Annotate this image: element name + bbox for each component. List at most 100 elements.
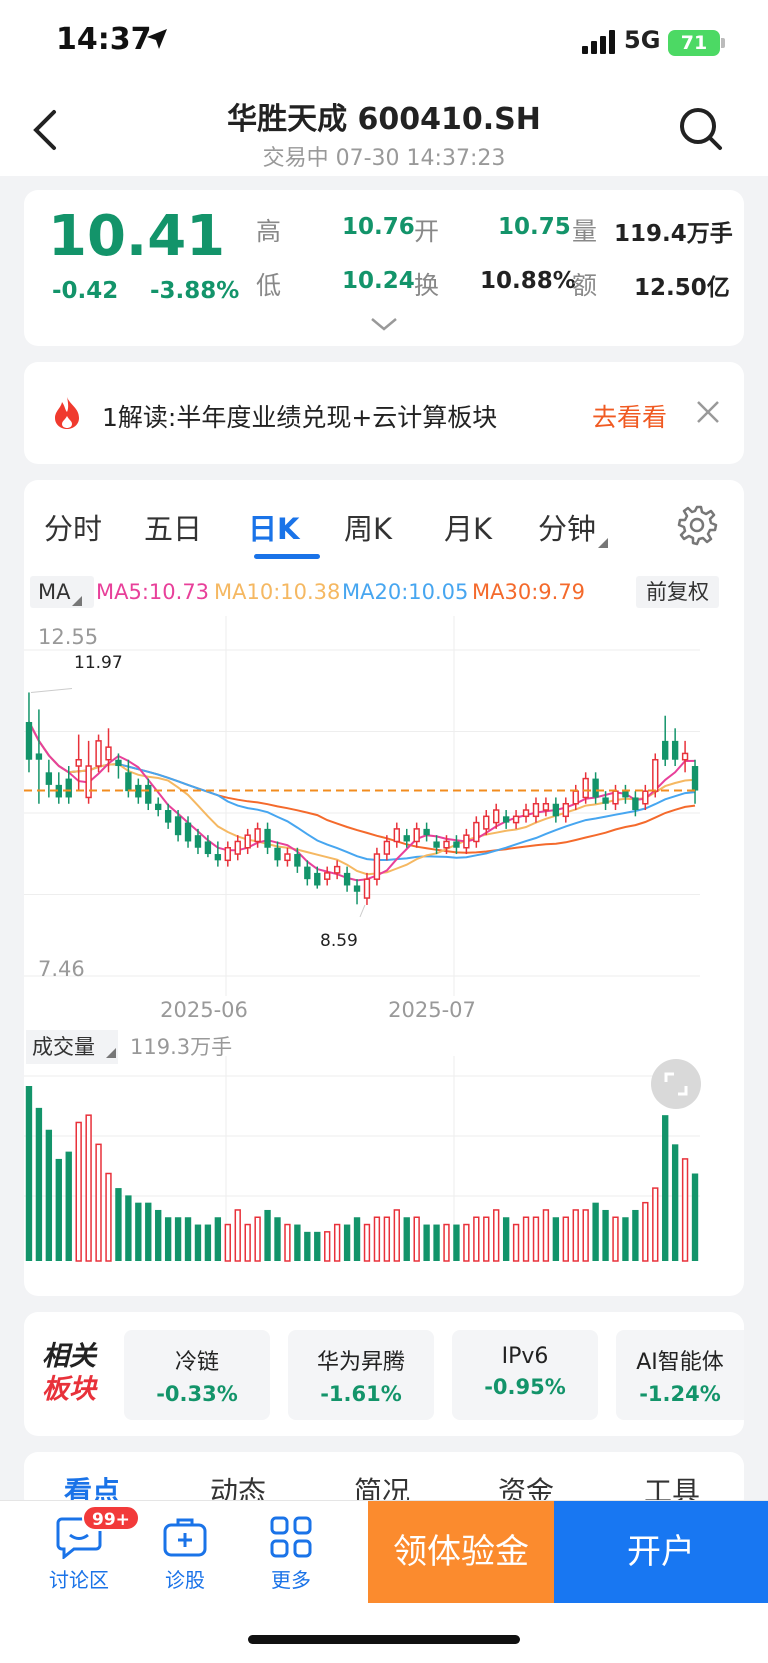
candle-body xyxy=(512,815,520,824)
tab-minute[interactable]: 分钟 xyxy=(538,506,596,548)
tab-monthly-k[interactable]: 月K xyxy=(444,506,492,548)
expand-chevron-icon[interactable] xyxy=(370,316,398,332)
candle-body xyxy=(473,821,480,843)
ma-selector[interactable]: MA xyxy=(30,576,95,608)
x-axis-label-june: 2025-06 xyxy=(160,998,248,1022)
volume-bar xyxy=(174,1217,182,1261)
candle-body xyxy=(671,740,679,760)
stock-title: 华胜天成 600410.SH xyxy=(227,102,541,137)
volume-bar xyxy=(85,1114,92,1262)
more-button[interactable]: 更多 xyxy=(246,1515,336,1593)
price-change: -0.42 xyxy=(52,278,119,304)
volume-bar xyxy=(234,1209,241,1262)
tab-weekly-k[interactable]: 周K xyxy=(344,506,392,548)
volume-bar xyxy=(324,1231,331,1262)
volume-bar xyxy=(522,1216,530,1262)
volume-bar xyxy=(612,1216,619,1262)
candle-body xyxy=(284,853,291,862)
candle-body xyxy=(582,777,589,799)
candle-body xyxy=(274,847,281,861)
high-value: 10.76 xyxy=(342,214,415,240)
sector-pct: -0.95% xyxy=(484,1375,566,1399)
banner-text: 1解读:半年度业绩兑现+云计算板块 xyxy=(102,403,498,432)
candle-body xyxy=(244,834,251,849)
candle-body xyxy=(224,846,231,862)
sector-chip-cold-chain[interactable]: 冷链 -0.33% xyxy=(124,1330,270,1420)
medical-kit-icon xyxy=(163,1518,207,1557)
candle-body xyxy=(264,828,271,848)
volume-bar xyxy=(453,1224,460,1261)
volume-bar xyxy=(25,1086,33,1261)
sector-name: AI智能体 xyxy=(636,1350,724,1375)
home-indicator xyxy=(248,1635,520,1644)
fullscreen-icon[interactable] xyxy=(651,1059,701,1109)
candle-body xyxy=(363,878,371,899)
banner-go-button[interactable]: 去看看 xyxy=(592,398,667,434)
kline-chart[interactable]: 12.55 7.46 11.97 8.59 2025-06 2025-07 成交… xyxy=(24,616,744,1286)
candle-body xyxy=(522,809,530,818)
candle-body xyxy=(145,784,152,804)
trial-gold-button[interactable]: 领体验金 xyxy=(368,1501,554,1603)
adjust-selector[interactable]: 前复权 xyxy=(636,576,719,608)
volume-bar xyxy=(691,1173,699,1261)
volume-bar xyxy=(333,1223,341,1262)
candle-body xyxy=(373,853,381,880)
sector-name: 华为昇腾 xyxy=(316,1350,405,1375)
candle-body xyxy=(691,766,699,791)
volume-bar xyxy=(75,1121,82,1262)
tab-intraday[interactable]: 分时 xyxy=(44,506,102,548)
candle-body xyxy=(155,803,162,811)
candle-body xyxy=(353,885,361,892)
close-icon[interactable] xyxy=(696,400,720,424)
volume-bar xyxy=(582,1209,589,1262)
last-price: 10.41 xyxy=(48,204,226,269)
related-title-line2: 板块 xyxy=(42,1374,96,1405)
x-axis-label-july: 2025-07 xyxy=(388,998,476,1022)
candle-body xyxy=(164,810,172,823)
tab-five-day[interactable]: 五日 xyxy=(144,506,202,548)
volume-bar xyxy=(65,1151,72,1261)
low-label: 低 xyxy=(256,271,282,300)
battery-icon: 71 xyxy=(668,30,720,56)
news-banner[interactable]: 1解读:半年度业绩兑现+云计算板块 去看看 xyxy=(24,362,744,464)
gear-icon[interactable] xyxy=(676,504,718,546)
volume-bar xyxy=(135,1202,142,1261)
tab-daily-k[interactable]: 日K xyxy=(248,506,299,548)
sector-chip-ipv6[interactable]: IPv6 -0.95% xyxy=(452,1330,598,1420)
candle-body xyxy=(483,815,490,830)
candle-body xyxy=(572,790,579,805)
sector-name: IPv6 xyxy=(501,1344,549,1369)
volume-indicator-label: 成交量 xyxy=(32,1035,95,1059)
candle-body xyxy=(592,778,599,798)
volume-bar xyxy=(592,1202,599,1261)
candle-body xyxy=(552,803,560,817)
volume-bar xyxy=(254,1216,261,1262)
sector-chip-ai-agent[interactable]: AI智能体 -1.24% xyxy=(616,1330,744,1420)
location-arrow-icon xyxy=(147,29,167,49)
grid-menu-icon xyxy=(270,1516,312,1558)
candle-body xyxy=(453,841,460,848)
volume-bar xyxy=(304,1231,311,1261)
open-account-button[interactable]: 开户 xyxy=(554,1501,768,1603)
diagnose-button[interactable]: 诊股 xyxy=(140,1515,230,1593)
candle-body xyxy=(403,835,410,842)
volume-bar xyxy=(353,1217,361,1261)
candle-body xyxy=(314,872,321,886)
volume-bar xyxy=(632,1209,639,1261)
candle-body xyxy=(324,872,331,880)
sector-chip-huawei-ascend[interactable]: 华为昇腾 -1.61% xyxy=(288,1330,434,1420)
volume-bar xyxy=(671,1144,679,1261)
candle-body xyxy=(184,822,192,842)
volume-bar xyxy=(433,1224,440,1261)
candle-body xyxy=(304,866,311,880)
amount-label: 额 xyxy=(572,271,598,300)
sector-name: 冷链 xyxy=(174,1350,219,1375)
candle-body xyxy=(333,865,341,874)
candle-body xyxy=(423,828,430,836)
candle-body xyxy=(493,809,500,824)
status-bar: 14:37 5G 71 xyxy=(0,0,768,88)
volume-bar xyxy=(363,1223,371,1262)
search-icon[interactable] xyxy=(678,106,724,152)
y-axis-bottom-label: 7.46 xyxy=(38,957,85,981)
active-tab-underline xyxy=(254,554,320,559)
